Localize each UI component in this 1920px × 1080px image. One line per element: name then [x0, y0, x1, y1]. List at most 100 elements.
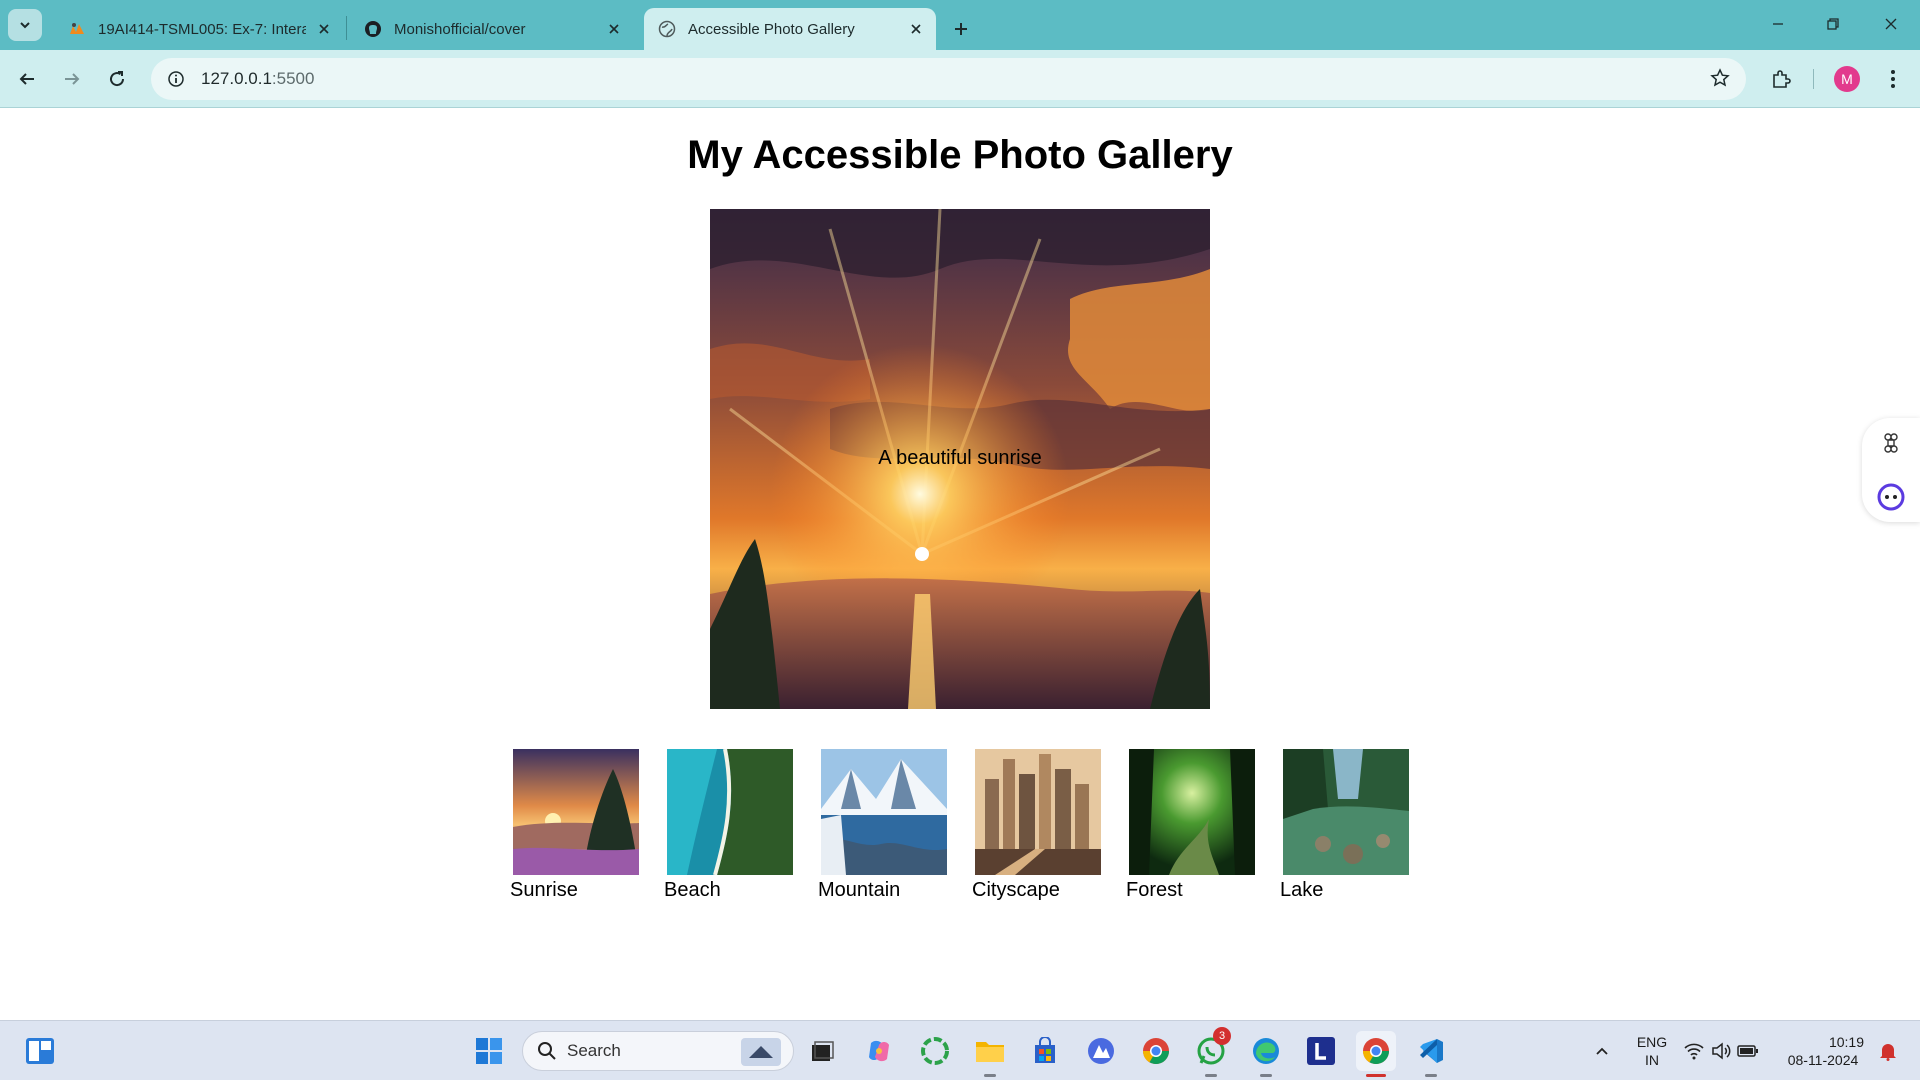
- chevron-up-icon: [1596, 1047, 1608, 1055]
- thumbnail-label: Sunrise: [510, 879, 578, 901]
- search-placeholder: Search: [567, 1041, 621, 1060]
- folder-icon: [976, 1042, 1004, 1062]
- github-icon: [364, 20, 382, 38]
- new-tab-button[interactable]: [945, 13, 977, 45]
- close-tab-icon[interactable]: [604, 19, 624, 39]
- thumbnail-forest[interactable]: Forest: [1126, 749, 1256, 902]
- url-text: 127.0.0.1:5500: [201, 69, 314, 89]
- store-button[interactable]: [1025, 1031, 1065, 1071]
- puzzle-icon: [1773, 70, 1791, 88]
- tab-moodle[interactable]: 19AI414-TSML005: Ex-7: Interac: [54, 8, 344, 50]
- thumbnail-cityscape[interactable]: Cityscape: [972, 749, 1102, 902]
- copilot-button[interactable]: [859, 1031, 899, 1071]
- active-indicator: [1366, 1074, 1386, 1077]
- start-button[interactable]: [469, 1031, 509, 1071]
- volume-icon: [1712, 1042, 1731, 1060]
- thumbnail-image[interactable]: [667, 749, 793, 875]
- tab-search-button[interactable]: [8, 9, 42, 41]
- widgets-button[interactable]: [20, 1031, 60, 1071]
- back-button[interactable]: [10, 63, 44, 95]
- thumbnail-beach[interactable]: Beach: [664, 749, 794, 902]
- thumbnail-gallery: Sunrise Beach Mountain Cityscape Forest …: [510, 749, 1410, 919]
- assistant-icon: [1877, 483, 1905, 511]
- edge-button[interactable]: [1246, 1031, 1286, 1077]
- mountain-logo-icon: [1088, 1038, 1114, 1064]
- avatar: M: [1834, 66, 1860, 92]
- browser-menu-button[interactable]: [1876, 63, 1910, 95]
- search-highlight-icon: [741, 1038, 781, 1066]
- restore-button[interactable]: [1810, 6, 1856, 42]
- tab-photo-gallery[interactable]: Accessible Photo Gallery: [644, 8, 936, 50]
- site-info-icon[interactable]: [155, 58, 197, 100]
- chevron-down-icon: [20, 22, 30, 29]
- search-icon: [538, 1042, 556, 1060]
- thumbnail-image[interactable]: [821, 749, 947, 875]
- language-indicator[interactable]: ENG IN: [1628, 1033, 1676, 1069]
- arrow-left-icon: [19, 73, 34, 85]
- thumbnail-image[interactable]: [513, 749, 639, 875]
- tab-github[interactable]: Monishofficial/cover: [350, 8, 634, 50]
- vscode-icon: [1420, 1039, 1443, 1063]
- show-hidden-icons-button[interactable]: [1582, 1031, 1622, 1071]
- running-indicator: [1205, 1074, 1217, 1077]
- store-icon: [1035, 1037, 1055, 1063]
- close-icon: [1885, 18, 1897, 30]
- file-explorer-button[interactable]: [970, 1031, 1010, 1077]
- page-title: My Accessible Photo Gallery: [687, 133, 1233, 177]
- chrome-button[interactable]: [1136, 1031, 1176, 1071]
- profile-button[interactable]: M: [1830, 63, 1864, 95]
- thumbnail-lake[interactable]: Lake: [1280, 749, 1410, 902]
- windows-logo-icon: [476, 1038, 502, 1064]
- restore-icon: [1827, 18, 1839, 30]
- thumbnail-image[interactable]: [975, 749, 1101, 875]
- chrome-active-button[interactable]: [1356, 1031, 1396, 1077]
- toolbar-divider: [1813, 69, 1814, 89]
- whatsapp-button[interactable]: 3: [1191, 1027, 1231, 1077]
- assistant-button[interactable]: [1874, 480, 1908, 514]
- tab-title: Monishofficial/cover: [394, 20, 526, 38]
- running-indicator: [984, 1074, 996, 1077]
- region-code: IN: [1645, 1052, 1659, 1068]
- bell-icon: [1880, 1044, 1896, 1061]
- reload-button[interactable]: [100, 63, 134, 95]
- tab-separator: [346, 16, 347, 40]
- taskbar-search[interactable]: Search: [522, 1031, 794, 1071]
- thumbnail-image[interactable]: [1129, 749, 1255, 875]
- taskbar: Search 3 ENG IN 10:19 08-11-2024: [0, 1020, 1920, 1080]
- address-bar[interactable]: 127.0.0.1:5500: [151, 58, 1746, 100]
- vscode-button[interactable]: [1411, 1031, 1451, 1077]
- bookmark-star-icon[interactable]: [1710, 68, 1730, 93]
- minimize-icon: [1773, 23, 1783, 25]
- clock-date: 08-11-2024: [1787, 1052, 1859, 1068]
- close-tab-icon[interactable]: [906, 19, 926, 39]
- thumbnail-mountain[interactable]: Mountain: [818, 749, 948, 902]
- close-tab-icon[interactable]: [314, 19, 334, 39]
- task-view-icon: [812, 1041, 834, 1061]
- thumbnail-image[interactable]: [1283, 749, 1409, 875]
- notification-badge: 3: [1213, 1027, 1231, 1045]
- task-view-button[interactable]: [802, 1031, 842, 1071]
- page-content: My Accessible Photo Gallery A beautiful …: [0, 109, 1920, 1019]
- thumbnail-label: Beach: [664, 879, 721, 901]
- minimize-button[interactable]: [1755, 6, 1801, 42]
- close-window-button[interactable]: [1868, 6, 1914, 42]
- chrome-icon: [1142, 1038, 1170, 1065]
- system-tray-status[interactable]: [1680, 1031, 1762, 1071]
- letter-l-app-icon: [1307, 1037, 1335, 1065]
- reload-icon: [110, 71, 125, 87]
- arrow-right-icon: [65, 73, 80, 85]
- extensions-button[interactable]: [1764, 63, 1798, 95]
- kebab-menu-icon: [1891, 70, 1895, 88]
- command-shortcut-button[interactable]: [1874, 426, 1908, 460]
- notifications-button[interactable]: [1868, 1031, 1908, 1071]
- thumbnail-sunrise[interactable]: Sunrise: [510, 749, 640, 902]
- app-button-blue-a[interactable]: [1081, 1031, 1121, 1071]
- edge-icon: [1253, 1038, 1279, 1064]
- clock[interactable]: 10:19 08-11-2024: [1778, 1033, 1868, 1069]
- app-button-l[interactable]: [1301, 1031, 1341, 1071]
- moodle-icon: [68, 20, 86, 38]
- plus-icon: [955, 23, 967, 35]
- language-code: ENG: [1636, 1034, 1668, 1050]
- app-button-green-ring[interactable]: [915, 1031, 955, 1071]
- forward-button[interactable]: [55, 63, 89, 95]
